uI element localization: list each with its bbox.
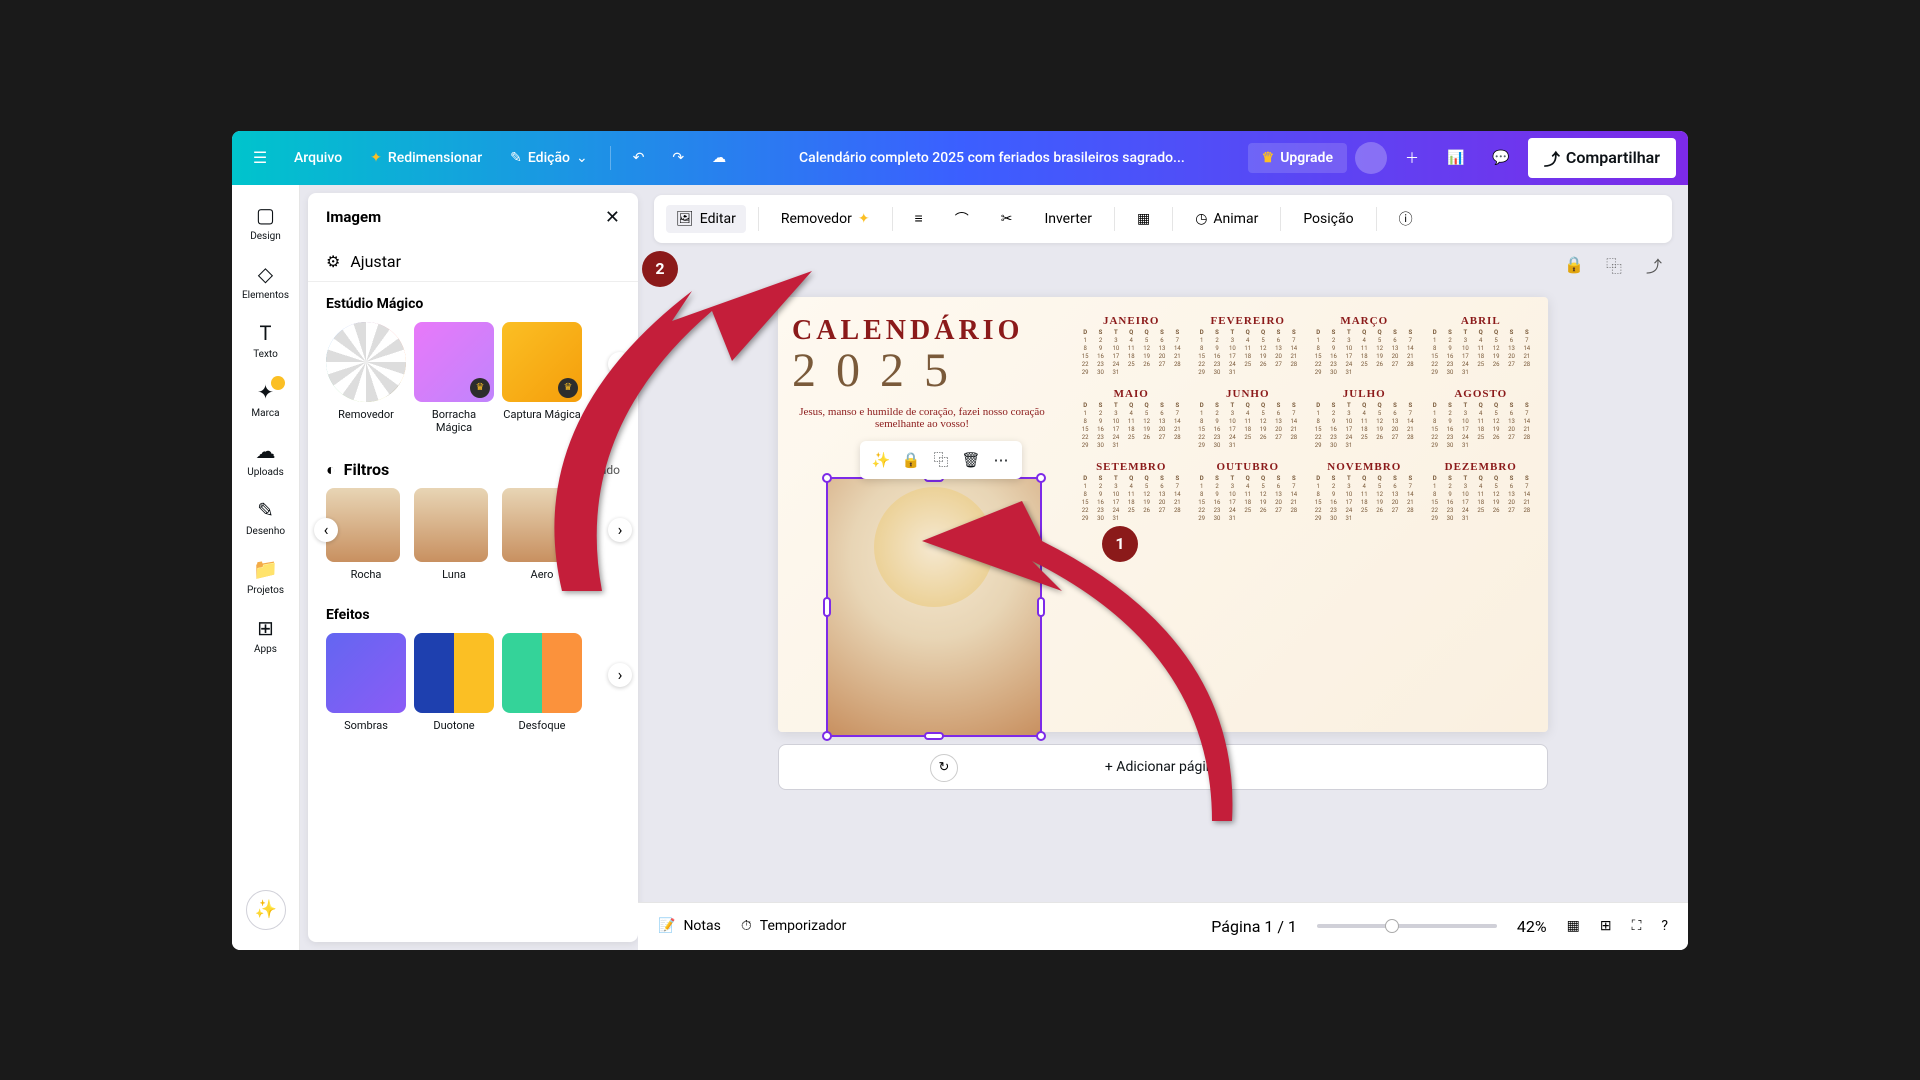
upgrade-button[interactable]: ♛Upgrade — [1248, 143, 1347, 173]
document-title[interactable]: Calendário completo 2025 com feriados br… — [744, 150, 1239, 166]
see-all-filters[interactable]: Ver tudo — [575, 463, 620, 477]
resize-button[interactable]: ✦Redimensionar — [360, 144, 492, 172]
sidebar-elements[interactable]: ◇Elementos — [232, 254, 299, 309]
footer-bar: 📝 Notas ⏱ Temporizador Página 1 / 1 42% … — [638, 902, 1688, 950]
help-icon[interactable]: ? — [1661, 918, 1668, 934]
assistant-button[interactable]: ✨ — [246, 890, 286, 930]
effect-duotone[interactable]: Duotone — [414, 633, 494, 732]
more-icon[interactable]: ⋯ — [988, 447, 1014, 473]
top-bar: ☰ Arquivo ✦Redimensionar ✎ Edição ⌄ ↶ ↷ … — [232, 131, 1688, 185]
effect-shadows[interactable]: Sombras — [326, 633, 406, 732]
view-grid-icon[interactable]: ▦ — [1567, 918, 1580, 934]
analytics-icon[interactable]: 📊 — [1437, 144, 1474, 172]
resize-handle[interactable] — [1036, 473, 1046, 483]
filter-aero[interactable]: Aero — [502, 488, 582, 581]
effects-row: Sombras Duotone Desfoque › — [308, 633, 638, 744]
fullscreen-icon[interactable]: ⛶ — [1632, 918, 1642, 934]
comment-icon[interactable]: 💬 — [1482, 144, 1519, 172]
filters-heading: Filtros — [344, 460, 390, 479]
crop-icon[interactable]: ✂ — [991, 205, 1023, 233]
sidebar-apps[interactable]: ⊞Apps — [232, 608, 299, 663]
lock-icon[interactable]: 🔒 — [1560, 251, 1588, 279]
position-button[interactable]: Posição — [1293, 205, 1363, 233]
sidebar-uploads[interactable]: ☁Uploads — [232, 431, 299, 486]
canvas-page[interactable]: CALENDÁRIO 2025 Jesus, manso e humilde d… — [778, 297, 1548, 732]
resize-handle[interactable] — [822, 731, 832, 741]
edit-image-button[interactable]: 🖼 Editar — [666, 205, 746, 233]
selected-image[interactable] — [826, 477, 1042, 737]
annotation-marker-2: 2 — [642, 251, 678, 287]
scroll-right-icon[interactable]: › — [608, 352, 632, 376]
tool-rail: ▢Design ◇Elementos TTexto ✦Marca ☁Upload… — [232, 185, 300, 950]
magic-remover[interactable]: ♛Removedor — [326, 322, 406, 434]
filters-row: ‹ Rocha Luna Aero › — [308, 488, 638, 593]
cloud-sync-icon[interactable]: ☁ — [702, 144, 736, 172]
resize-handle[interactable] — [924, 732, 944, 740]
zoom-slider[interactable] — [1317, 924, 1497, 928]
calendar-verse: Jesus, manso e humilde de coração, fazei… — [792, 406, 1052, 430]
filter-rocha[interactable]: Rocha — [326, 488, 406, 581]
effect-blur[interactable]: Desfoque — [502, 633, 582, 732]
magic-studio-row: ♛Removedor ♛Borracha Mágica ♛Captura Mág… — [308, 322, 638, 446]
canvas-area: 🖼 Editar Removedor ✦ ≡ ⌒ ✂ Inverter ▦ ◷ … — [638, 185, 1688, 950]
page-indicator: Página 1 / 1 — [1211, 917, 1297, 936]
effects-heading: Efeitos — [308, 593, 638, 633]
edit-menu[interactable]: ✎ Edição ⌄ — [500, 144, 598, 172]
filters-icon: ◐ — [326, 460, 336, 480]
annotation-marker-1: 1 — [1102, 526, 1138, 562]
magic-grab[interactable]: ♛Captura Mágica — [502, 322, 582, 434]
animate-button[interactable]: ◷ Animar — [1185, 205, 1268, 233]
menu-icon[interactable]: ☰ — [244, 142, 276, 174]
sidebar-brand[interactable]: ✦Marca — [232, 372, 299, 427]
sidebar-draw[interactable]: ✎Desenho — [232, 490, 299, 545]
scroll-right-icon[interactable]: › — [608, 518, 632, 542]
info-icon[interactable]: ⓘ — [1389, 203, 1423, 235]
magic-eraser[interactable]: ♛Borracha Mágica — [414, 322, 494, 434]
corner-icon[interactable]: ⌒ — [945, 203, 979, 235]
close-panel-button[interactable]: ✕ — [605, 207, 620, 228]
filter-luna[interactable]: Luna — [414, 488, 494, 581]
add-button[interactable]: ＋ — [1395, 142, 1429, 174]
sidebar-design[interactable]: ▢Design — [232, 195, 299, 250]
adjust-button[interactable]: ⚙Ajustar — [308, 242, 638, 282]
scroll-left-icon[interactable]: ‹ — [314, 518, 338, 542]
delete-icon[interactable]: 🗑 — [958, 447, 984, 473]
magic-studio-heading: Estúdio Mágico — [308, 282, 638, 322]
timer-button[interactable]: ⏱ Temporizador — [741, 918, 846, 934]
user-avatar[interactable] — [1355, 142, 1387, 174]
flip-button[interactable]: Inverter — [1034, 205, 1102, 233]
sync-icon[interactable]: ↻ — [930, 754, 958, 782]
resize-handle[interactable] — [823, 597, 831, 617]
transparency-icon[interactable]: ▦ — [1127, 205, 1160, 233]
view-thumbs-icon[interactable]: ⊞ — [1600, 918, 1612, 934]
export-icon[interactable]: ⤴ — [1640, 251, 1668, 279]
scroll-right-icon[interactable]: › — [608, 663, 632, 687]
share-button[interactable]: ⤴ Compartilhar — [1528, 138, 1676, 178]
element-toolbar: ✨ 🔒 ⿻ 🗑 ⋯ — [860, 441, 1022, 479]
sidebar-projects[interactable]: 📁Projetos — [232, 549, 299, 604]
resize-handle[interactable] — [1036, 731, 1046, 741]
sidebar-text[interactable]: TTexto — [232, 313, 299, 368]
undo-button[interactable]: ↶ — [623, 144, 655, 172]
redo-button[interactable]: ↷ — [662, 144, 694, 172]
panel-title: Imagem — [326, 208, 381, 226]
context-toolbar: 🖼 Editar Removedor ✦ ≡ ⌒ ✂ Inverter ▦ ◷ … — [654, 195, 1672, 243]
resize-handle[interactable] — [822, 473, 832, 483]
lock-icon[interactable]: 🔒 — [898, 447, 924, 473]
zoom-value: 42% — [1517, 917, 1547, 936]
add-page-button[interactable]: + Adicionar página — [778, 744, 1548, 790]
image-panel: Imagem ✕ ⚙Ajustar Estúdio Mágico ♛Remove… — [308, 193, 638, 942]
sliders-icon: ⚙ — [326, 252, 340, 271]
file-menu[interactable]: Arquivo — [284, 144, 352, 172]
ai-icon[interactable]: ✨ — [868, 447, 894, 473]
align-icon[interactable]: ≡ — [905, 204, 933, 233]
duplicate-page-icon[interactable]: ⿻ — [1600, 251, 1628, 279]
copy-icon[interactable]: ⿻ — [928, 447, 954, 473]
resize-handle[interactable] — [1037, 597, 1045, 617]
bg-remover-button[interactable]: Removedor ✦ — [771, 205, 880, 233]
months-grid: JANEIRODSTQQSS12345678910111213141516171… — [1078, 315, 1534, 522]
notes-button[interactable]: 📝 Notas — [658, 918, 721, 934]
